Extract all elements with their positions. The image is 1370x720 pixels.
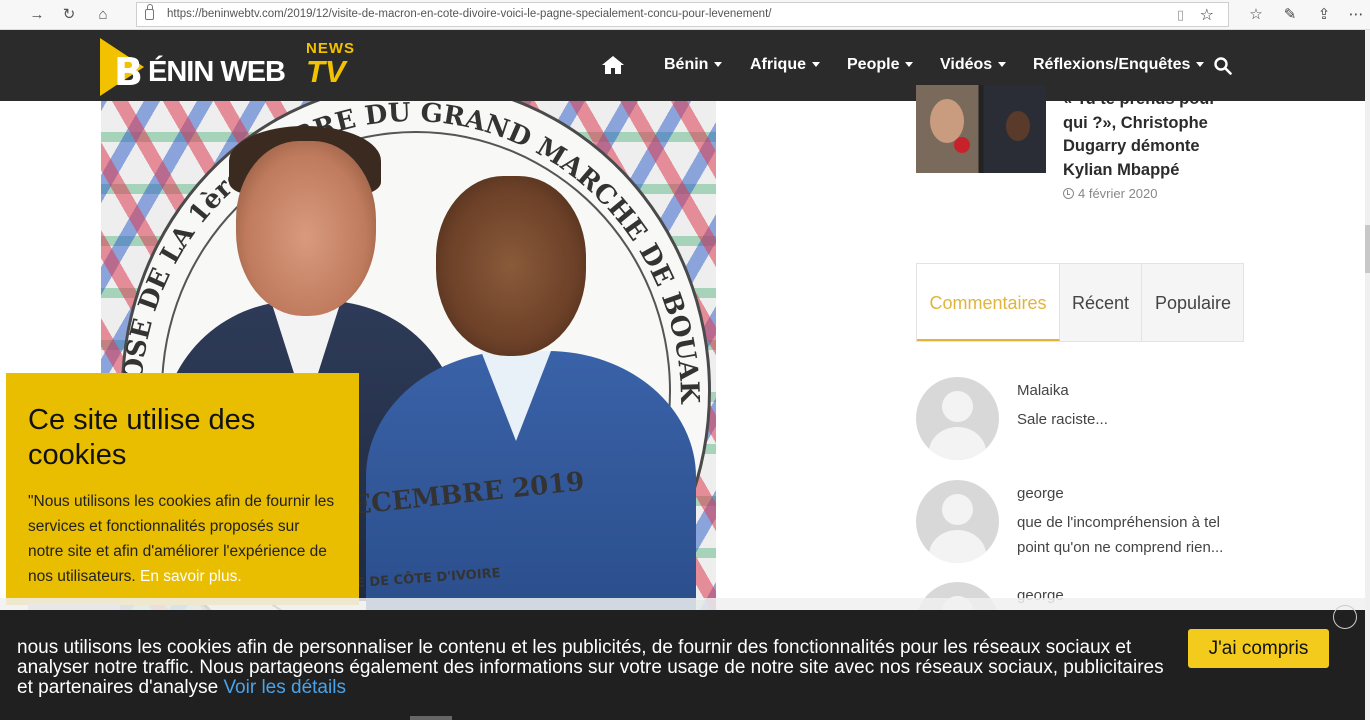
logo-tv: TV bbox=[306, 54, 346, 89]
share-icon[interactable]: ⇪ bbox=[1312, 3, 1336, 27]
clock-icon bbox=[1063, 188, 1074, 199]
menu-label: Afrique bbox=[750, 56, 806, 73]
comment-author: george bbox=[1017, 485, 1064, 502]
person-left-face bbox=[236, 141, 376, 316]
post-title[interactable]: « Tu te prends pour qui ?», Christophe D… bbox=[1063, 88, 1243, 182]
more-icon[interactable]: ⋯ bbox=[1344, 3, 1368, 27]
menu-item-afrique[interactable]: Afrique bbox=[750, 56, 820, 74]
logo-letter: B bbox=[114, 50, 143, 94]
tab-populaire[interactable]: Populaire bbox=[1142, 264, 1244, 341]
menu-item-videos[interactable]: Vidéos bbox=[940, 56, 1007, 74]
url-text[interactable]: https://beninwebtv.com/2019/12/visite-de… bbox=[167, 8, 771, 20]
cookie-banner-body: nous utilisons les cookies afin de perso… bbox=[17, 637, 1164, 698]
details-link[interactable]: Voir les détails bbox=[223, 677, 346, 698]
caret-down-icon bbox=[714, 62, 723, 68]
menu-label: Vidéos bbox=[940, 56, 993, 73]
home-icon[interactable] bbox=[601, 55, 625, 75]
comment-author: Malaika bbox=[1017, 382, 1069, 399]
comment-text: Sale raciste... bbox=[1017, 411, 1108, 428]
menu-label: People bbox=[847, 56, 900, 73]
menu-item-people[interactable]: People bbox=[847, 56, 914, 74]
cookie-popup-title: Ce site utilise des cookies bbox=[28, 404, 256, 471]
pen-icon[interactable]: ✎ bbox=[1278, 3, 1302, 27]
address-bar[interactable]: https://beninwebtv.com/2019/12/visite-de… bbox=[136, 2, 1229, 27]
lock-icon bbox=[145, 4, 154, 20]
home-browser-icon[interactable]: ⌂ bbox=[92, 4, 114, 26]
browser-toolbar: → ↻ ⌂ https://beninwebtv.com/2019/12/vis… bbox=[0, 0, 1370, 30]
caret-down-icon bbox=[998, 62, 1007, 68]
favorites-list-icon[interactable]: ☆ bbox=[1244, 3, 1268, 27]
caret-down-icon bbox=[1196, 62, 1205, 68]
vertical-scrollbar[interactable] bbox=[1365, 30, 1370, 720]
caret-down-icon bbox=[812, 62, 820, 68]
post-date: 4 février 2020 bbox=[1063, 186, 1158, 201]
thumb-microphone bbox=[954, 137, 970, 153]
horizontal-scroll-thumb[interactable] bbox=[410, 716, 452, 720]
menu-item-benin[interactable]: Bénin bbox=[664, 56, 723, 74]
close-icon[interactable] bbox=[1333, 605, 1357, 629]
cookie-banner-top-strip bbox=[0, 598, 1365, 610]
logo-text: ÉNIN WEB bbox=[148, 56, 286, 88]
post-thumbnail[interactable] bbox=[916, 85, 1046, 173]
avatar bbox=[916, 480, 999, 563]
scrollbar-thumb[interactable] bbox=[1365, 225, 1370, 273]
caret-down-icon bbox=[905, 62, 914, 68]
forward-icon[interactable]: → bbox=[26, 4, 48, 26]
favorite-star-icon[interactable]: ☆ bbox=[1200, 5, 1214, 25]
post-date-text: 4 février 2020 bbox=[1078, 186, 1158, 201]
search-icon[interactable] bbox=[1214, 57, 1232, 75]
learn-more-link[interactable]: En savoir plus. bbox=[140, 568, 242, 585]
sidebar-tabs: Commentaires Récent Populaire bbox=[916, 263, 1244, 342]
comment-text: que de l'incompréhension à tel point qu'… bbox=[1017, 514, 1224, 556]
site-logo[interactable]: B ÉNIN WEB NEWS TV bbox=[100, 38, 362, 96]
menu-label: Réflexions/Enquêtes bbox=[1033, 56, 1191, 73]
accept-cookies-button[interactable]: J'ai compris bbox=[1188, 629, 1329, 668]
tab-commentaires[interactable]: Commentaires bbox=[917, 264, 1060, 341]
reading-view-icon[interactable]: ▯ bbox=[1177, 7, 1184, 23]
menu-label: Bénin bbox=[664, 56, 709, 73]
cookie-popup: Ce site utilise des cookies "Nous utilis… bbox=[6, 373, 359, 611]
thumb-face-right bbox=[1006, 111, 1030, 141]
avatar bbox=[916, 377, 999, 460]
menu-item-reflexions[interactable]: Réflexions/Enquêtes bbox=[1033, 56, 1205, 74]
refresh-icon[interactable]: ↻ bbox=[58, 4, 80, 26]
cookie-banner: nous utilisons les cookies afin de perso… bbox=[0, 598, 1365, 720]
cookie-banner-text: nous utilisons les cookies afin de perso… bbox=[17, 638, 1167, 698]
person-right-face bbox=[436, 176, 586, 356]
cookie-popup-text: "Nous utilisons les cookies afin de four… bbox=[28, 489, 337, 589]
tab-recent[interactable]: Récent bbox=[1060, 264, 1142, 341]
